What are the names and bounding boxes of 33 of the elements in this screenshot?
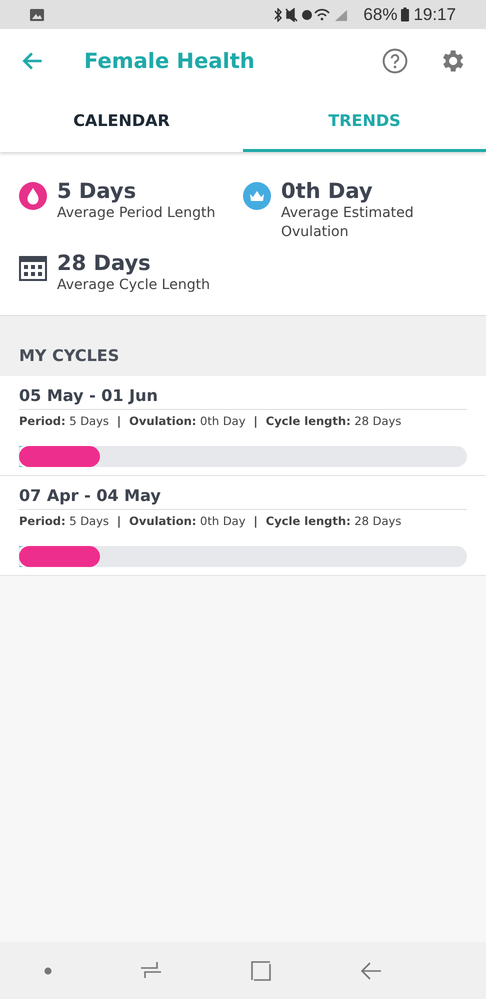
stat-label: Average Cycle Length: [57, 276, 210, 295]
cycle-detail: Ovulation: 0th Day: [129, 414, 246, 428]
tab[interactable]: CALENDAR: [0, 92, 243, 152]
section-title: MY CYCLES: [19, 346, 120, 364]
clock: 19:17: [413, 4, 456, 24]
gallery-icon: [30, 8, 44, 20]
separator: |: [254, 514, 258, 528]
cycle-date-range: 05 May - 01 Jun: [19, 386, 467, 410]
stat-label: Average Estimated Ovulation: [281, 204, 415, 242]
stat-value: 5 Days: [57, 178, 138, 204]
back-icon[interactable]: [360, 960, 382, 982]
cycle-detail: Cycle length: 28 Days: [266, 514, 402, 528]
cycle-date-range: 07 Apr - 04 May: [19, 486, 467, 510]
cycle-detail: Period: 5 Days: [19, 414, 109, 428]
separator: |: [254, 414, 258, 428]
calendar-icon: [19, 254, 47, 282]
drop-icon: [19, 182, 47, 210]
stat-value: 0th Day: [281, 178, 374, 204]
home-icon[interactable]: [250, 960, 272, 982]
cycle-card[interactable]: 07 Apr - 04 May Period: 5 Days | Ovulation: 0th Day | Cycle length: 28 Days: [0, 476, 486, 576]
stat-value: 28 Days: [57, 250, 152, 276]
page-title: Female Health: [84, 48, 256, 72]
help-icon[interactable]: [382, 48, 408, 74]
battery-icon: [401, 7, 410, 22]
battery-percentage: 68%: [363, 4, 398, 24]
separator: |: [116, 514, 122, 528]
cycle-card[interactable]: 05 May - 01 Jun Period: 5 Days | Ovulation: 0th Day | Cycle length: 28 Days: [0, 376, 486, 476]
cycle-detail: Cycle length: 28 Days: [266, 414, 402, 428]
separator: |: [116, 414, 122, 428]
dot-icon[interactable]: [44, 966, 52, 974]
cycle-detail: Period: 5 Days: [19, 514, 109, 528]
stat-label: Average Period Length: [57, 204, 216, 223]
cycle-detail: Ovulation: 0th Day: [129, 514, 246, 528]
